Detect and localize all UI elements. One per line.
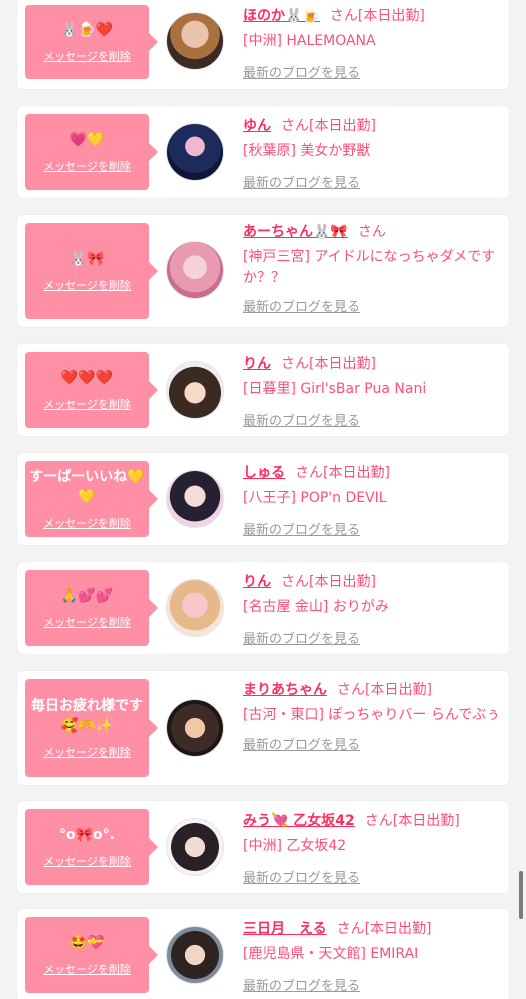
- honorific-label: さん: [281, 118, 309, 134]
- attendance-status: [本日出勤]: [357, 8, 425, 24]
- shop-label: [中洲] 乙女坂42: [243, 838, 347, 854]
- avatar[interactable]: [166, 699, 224, 757]
- latest-blog-link[interactable]: 最新のブログを見る: [243, 734, 503, 753]
- delete-message-link[interactable]: メッセージを削除: [43, 853, 131, 869]
- list-item: 🐰🍺❤️ メッセージを削除 ほのか🐰🍺 さん[本日出勤] [中洲] HALEMOA…: [17, 0, 509, 89]
- profile-name-link[interactable]: みう💘 乙女坂42: [243, 813, 355, 829]
- honorific-label: さん: [364, 813, 393, 829]
- message-text: 💗💛: [69, 132, 105, 148]
- avatar[interactable]: [166, 926, 224, 984]
- profile-info: あーちゃん🐰🎀 さん [神戸三宮] アイドルになっちゃダメですか？？ 最新のブログ…: [243, 222, 503, 315]
- honorific-label: さん: [337, 682, 365, 698]
- profile-info: みう💘 乙女坂42 さん[本日出勤] [中洲] 乙女坂42 最新のブログを見る: [243, 811, 503, 886]
- profile-info: しゅる さん[本日出勤] [八王子] POP'n DEVIL 最新のブログを見る: [243, 463, 503, 538]
- list-item: 毎日お疲れ様です🥰🫶✨ メッセージを削除 まりあちゃん さん[本日出勤] [古河・…: [17, 671, 509, 785]
- message-text: ❤️❤️❤️: [60, 370, 114, 386]
- latest-blog-link[interactable]: 最新のブログを見る: [243, 62, 503, 81]
- delete-message-link[interactable]: メッセージを削除: [43, 614, 131, 630]
- profile-name-link[interactable]: りん: [243, 356, 271, 372]
- avatar[interactable]: [166, 579, 224, 637]
- message-bubble: 🐰🍺❤️ メッセージを削除: [25, 5, 158, 79]
- shop-label: [神戸三宮] アイドルになっちゃダメですか？？: [243, 249, 496, 286]
- delete-message-link[interactable]: メッセージを削除: [43, 961, 131, 977]
- profile-info: ゆん さん[本日出勤] [秋葉原] 美女か野獣 最新のブログを見る: [243, 116, 503, 191]
- latest-blog-link[interactable]: 最新のブログを見る: [243, 296, 503, 315]
- shop-label: [鹿児島県・天文館] EMIRAI: [243, 946, 419, 962]
- profile-info: まりあちゃん さん[本日出勤] [古河・東口] ぽっちゃりバー らんでぶぅ 最新の…: [243, 680, 503, 753]
- list-item: 🐰🎀 メッセージを削除 あーちゃん🐰🎀 さん [神戸三宮] アイドルになっちゃダメ…: [17, 215, 509, 327]
- latest-blog-link[interactable]: 最新のブログを見る: [243, 628, 503, 647]
- honorific-label: さん: [357, 224, 386, 240]
- shop-label: [日暮里] Girl'sBar Pua Nani: [243, 381, 427, 397]
- honorific-label: さん: [336, 921, 365, 937]
- delete-message-link[interactable]: メッセージを削除: [43, 744, 131, 760]
- message-text: 🙏💕💕: [60, 588, 114, 604]
- attendance-status: [本日出勤]: [309, 574, 376, 590]
- avatar[interactable]: [166, 12, 224, 70]
- list-item: すーぱーいいね💛💛 メッセージを削除 しゅる さん[本日出勤] [八王子] POP…: [17, 453, 509, 545]
- latest-blog-link[interactable]: 最新のブログを見る: [243, 519, 503, 538]
- attendance-status: [本日出勤]: [323, 465, 390, 481]
- message-bubble: 🙏💕💕 メッセージを削除: [25, 570, 158, 646]
- latest-blog-link[interactable]: 最新のブログを見る: [243, 172, 503, 191]
- profile-name-link[interactable]: まりあちゃん: [243, 682, 327, 698]
- honorific-label: さん: [295, 465, 323, 481]
- list-item: 🤩💝 メッセージを削除 三日月 える さん[本日出勤] [鹿児島県・天文館] EM…: [17, 909, 509, 999]
- honorific-label: さん: [329, 8, 358, 24]
- attendance-status: [本日出勤]: [309, 356, 376, 372]
- delete-message-link[interactable]: メッセージを削除: [43, 158, 131, 174]
- latest-blog-link[interactable]: 最新のブログを見る: [243, 410, 503, 429]
- message-text: 毎日お疲れ様です🥰🫶✨: [31, 698, 143, 734]
- message-bubble: 🤩💝 メッセージを削除: [25, 917, 158, 993]
- shop-label: [中洲] HALEMOANA: [243, 33, 376, 49]
- message-bubble: 🐰🎀 メッセージを削除: [25, 223, 158, 319]
- delete-message-link[interactable]: メッセージを削除: [43, 396, 131, 412]
- message-text: 🐰🍺❤️: [60, 22, 114, 38]
- profile-name-link[interactable]: ほのか🐰🍺: [243, 8, 320, 24]
- list-item: 🙏💕💕 メッセージを削除 りん さん[本日出勤] [名古屋 金山] おりがみ 最新…: [17, 562, 509, 654]
- shop-label: [八王子] POP'n DEVIL: [243, 490, 387, 506]
- list-item: °o🎀o°. メッセージを削除 みう💘 乙女坂42 さん[本日出勤] [中洲] 乙…: [17, 801, 509, 893]
- profile-name-link[interactable]: 三日月 える: [243, 921, 327, 937]
- profile-info: 三日月 える さん[本日出勤] [鹿児島県・天文館] EMIRAI 最新のブログを…: [243, 919, 503, 994]
- attendance-status: [本日出勤]: [392, 813, 460, 829]
- list-item: 💗💛 メッセージを削除 ゆん さん[本日出勤] [秋葉原] 美女か野獣 最新のブロ…: [17, 106, 509, 198]
- shop-label: [名古屋 金山] おりがみ: [243, 599, 389, 615]
- profile-info: りん さん[本日出勤] [名古屋 金山] おりがみ 最新のブログを見る: [243, 572, 503, 647]
- profile-info: ほのか🐰🍺 さん[本日出勤] [中洲] HALEMOANA 最新のブログを見る: [243, 6, 503, 81]
- message-bubble: 毎日お疲れ様です🥰🫶✨ メッセージを削除: [25, 679, 158, 777]
- vertical-scrollbar[interactable]: [519, 871, 523, 919]
- profile-name-link[interactable]: りん: [243, 574, 271, 590]
- profile-name-link[interactable]: あーちゃん🐰🎀: [243, 224, 348, 240]
- profile-name-link[interactable]: ゆん: [243, 118, 271, 134]
- avatar[interactable]: [166, 123, 224, 181]
- honorific-label: さん: [281, 356, 309, 372]
- attendance-status: [本日出勤]: [309, 118, 376, 134]
- attendance-status: [本日出勤]: [364, 921, 432, 937]
- message-bubble: °o🎀o°. メッセージを削除: [25, 809, 158, 885]
- latest-blog-link[interactable]: 最新のブログを見る: [243, 975, 503, 994]
- profile-name-link[interactable]: しゅる: [243, 465, 285, 481]
- latest-blog-link[interactable]: 最新のブログを見る: [243, 867, 503, 886]
- avatar[interactable]: [166, 361, 224, 419]
- message-bubble: すーぱーいいね💛💛 メッセージを削除: [25, 461, 158, 537]
- message-text: すーぱーいいね💛💛: [29, 469, 145, 505]
- delete-message-link[interactable]: メッセージを削除: [43, 515, 131, 531]
- shop-label: [古河・東口] ぽっちゃりバー らんでぶぅ: [243, 707, 501, 723]
- delete-message-link[interactable]: メッセージを削除: [43, 277, 131, 293]
- shop-label: [秋葉原] 美女か野獣: [243, 143, 371, 159]
- honorific-label: さん: [281, 574, 309, 590]
- message-text: °o🎀o°.: [59, 827, 115, 843]
- avatar[interactable]: [166, 470, 224, 528]
- avatar[interactable]: [166, 818, 224, 876]
- profile-info: りん さん[本日出勤] [日暮里] Girl'sBar Pua Nani 最新のブ…: [243, 354, 503, 429]
- list-item: ❤️❤️❤️ メッセージを削除 りん さん[本日出勤] [日暮里] Girl'sB…: [17, 344, 509, 436]
- message-text: 🤩💝: [69, 935, 105, 951]
- delete-message-link[interactable]: メッセージを削除: [43, 48, 131, 64]
- attendance-status: [本日出勤]: [365, 682, 432, 698]
- message-bubble: 💗💛 メッセージを削除: [25, 114, 158, 190]
- avatar[interactable]: [166, 241, 224, 299]
- message-bubble: ❤️❤️❤️ メッセージを削除: [25, 352, 158, 428]
- message-text: 🐰🎀: [69, 251, 105, 267]
